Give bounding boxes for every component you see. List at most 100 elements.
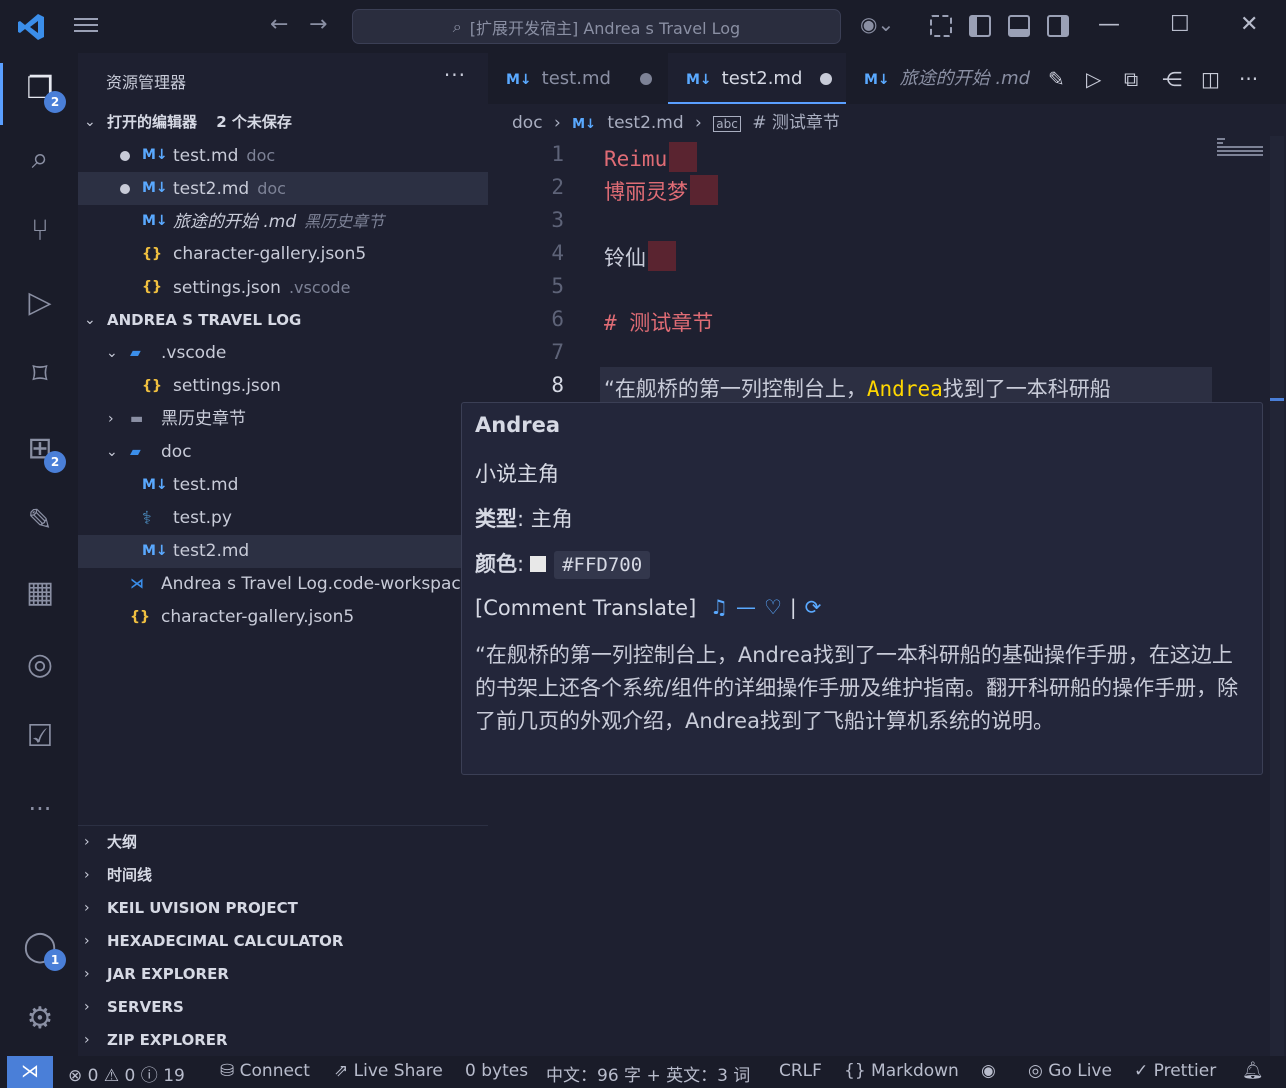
tree-file[interactable]: M↓ test2.md bbox=[78, 535, 488, 568]
broadcast-icon: ◎ bbox=[1028, 1061, 1043, 1081]
error-count: 0 bbox=[87, 1066, 99, 1086]
more-actions-icon[interactable]: ··· bbox=[444, 63, 466, 87]
tree-folder[interactable]: › ▬ 黑历史章节 bbox=[78, 403, 488, 436]
tree-file[interactable]: {} character-gallery.json5 bbox=[78, 601, 488, 634]
unsaved-dot-icon[interactable] bbox=[640, 73, 652, 85]
back-arrow-icon[interactable]: ← bbox=[270, 12, 288, 37]
panel-header-servers[interactable]: › SERVERS bbox=[78, 991, 488, 1024]
menu-icon[interactable] bbox=[72, 14, 100, 38]
code-line: “在舰桥的第一列控制台上，Andrea找到了一本科研船 bbox=[604, 373, 1111, 403]
unsaved-dot-icon[interactable] bbox=[820, 73, 832, 85]
bookmark-icon[interactable]: ⌑ bbox=[18, 353, 62, 397]
speak-icon[interactable]: ♫ bbox=[710, 595, 736, 619]
run-icon[interactable]: ▷ bbox=[1086, 67, 1101, 91]
toggle-panel-icon[interactable] bbox=[1008, 15, 1030, 37]
remote-indicator-icon[interactable]: ⋊ bbox=[7, 1056, 53, 1088]
favorite-heart-icon[interactable]: ♡ bbox=[764, 595, 790, 619]
panel-title: SERVERS bbox=[107, 998, 184, 1016]
customize-layout-icon[interactable] bbox=[930, 15, 952, 37]
line-number: 3 bbox=[551, 208, 564, 232]
workspace-header[interactable]: ⌄ ANDREA S TRAVEL LOG bbox=[78, 304, 488, 337]
go-live-button[interactable]: ◎ Go Live bbox=[1028, 1061, 1112, 1081]
tree-folder[interactable]: ⌄ ▰ .vscode bbox=[78, 337, 488, 370]
open-preview-icon[interactable]: ⧉ bbox=[1124, 67, 1138, 91]
breadcrumb-folder[interactable]: doc bbox=[512, 113, 543, 133]
maximize-icon[interactable]: ☐ bbox=[1170, 12, 1190, 37]
live-share-button[interactable]: ⇗ Live Share bbox=[334, 1061, 443, 1081]
vscode-folder-icon: ▰ bbox=[130, 345, 141, 361]
breadcrumb-file[interactable]: test2.md bbox=[607, 113, 683, 133]
tab-test-md[interactable]: M↓ test.md bbox=[488, 53, 668, 104]
open-editor-item[interactable]: M↓ test2.md doc bbox=[78, 172, 488, 205]
connect-button[interactable]: ⛁ Connect bbox=[220, 1061, 310, 1081]
command-center-search[interactable]: ⌕ [扩展开发宿主] Andrea s Travel Log bbox=[352, 9, 841, 44]
source-control-icon[interactable]: ⑂ bbox=[18, 209, 62, 253]
open-editor-item[interactable]: {} character-gallery.json5 bbox=[78, 238, 488, 271]
panel-header-outline[interactable]: › 大纲 bbox=[78, 826, 488, 859]
copilot-icon[interactable]: ◉⌄ bbox=[860, 12, 894, 36]
collapse-icon[interactable]: — bbox=[736, 595, 764, 619]
copilot-status-icon[interactable]: ◉ bbox=[981, 1061, 996, 1081]
problems-indicator[interactable]: ⊗ 0 ⚠ 0 ⓘ 19 bbox=[68, 1061, 185, 1086]
more-actions-icon[interactable]: ··· bbox=[1239, 67, 1258, 91]
minimap[interactable] bbox=[1217, 136, 1263, 196]
open-editor-item[interactable]: {} settings.json .vscode bbox=[78, 271, 488, 304]
chip-icon[interactable]: ▦ bbox=[18, 571, 62, 615]
language-mode[interactable]: {} Markdown bbox=[844, 1061, 959, 1081]
brush-icon[interactable]: ✎ bbox=[18, 499, 62, 543]
panel-header-jar-explorer[interactable]: › JAR EXPLORER bbox=[78, 958, 488, 991]
timeline-compare-icon[interactable]: ⋲ bbox=[1162, 67, 1182, 91]
word-count[interactable]: 中文：96 字 + 英文：3 词 bbox=[546, 1061, 750, 1086]
more-icon[interactable]: ··· bbox=[18, 787, 62, 831]
line-number: 4 bbox=[551, 241, 564, 265]
extensions-icon[interactable]: ⊞ 2 bbox=[18, 427, 66, 473]
panel-header-timeline[interactable]: › 时间线 bbox=[78, 859, 488, 892]
tree-file[interactable]: ⚕ test.py bbox=[78, 502, 488, 535]
open-editor-item[interactable]: M↓ test.md doc bbox=[78, 139, 488, 172]
json-file-icon: {} bbox=[142, 279, 162, 295]
file-name: Andrea s Travel Log.code-workspace bbox=[161, 574, 472, 594]
forward-arrow-icon[interactable]: → bbox=[309, 12, 327, 37]
minimize-icon[interactable]: — bbox=[1098, 12, 1120, 37]
panel-title: KEIL UVISION PROJECT bbox=[107, 899, 298, 917]
panel-header-hex-calculator[interactable]: › HEXADECIMAL CALCULATOR bbox=[78, 925, 488, 958]
sidebar-title: 资源管理器 bbox=[106, 73, 187, 92]
tab-test2-md[interactable]: M↓ test2.md bbox=[668, 53, 846, 104]
settings-gear-icon[interactable]: ⚙ bbox=[18, 997, 62, 1041]
toggle-primary-sidebar-icon[interactable] bbox=[969, 15, 991, 37]
breadcrumb-symbol[interactable]: # 测试章节 bbox=[752, 113, 840, 133]
tree-file[interactable]: {} settings.json bbox=[78, 370, 488, 403]
search-icon[interactable]: ⌕ bbox=[18, 137, 62, 181]
character-name-highlight[interactable]: Andrea bbox=[867, 377, 943, 401]
notifications-bell-icon[interactable]: 🔔︎ bbox=[1242, 1061, 1264, 1081]
chevron-down-icon: ⌄ bbox=[84, 312, 96, 328]
github-icon[interactable]: ◎ bbox=[18, 643, 62, 687]
accounts-icon[interactable]: ◯ 1 bbox=[18, 925, 66, 971]
prettier-button[interactable]: ✓ Prettier bbox=[1134, 1061, 1216, 1081]
edit-pencil-icon[interactable]: ✎ bbox=[1048, 67, 1065, 91]
tree-folder[interactable]: ⌄ ▰ doc bbox=[78, 436, 488, 469]
tree-file[interactable]: ⋊ Andrea s Travel Log.code-workspace bbox=[78, 568, 488, 601]
clipboard-checklist-icon[interactable]: ☑ bbox=[18, 715, 62, 759]
run-debug-icon[interactable]: ▷ bbox=[18, 281, 62, 325]
eol-selector[interactable]: CRLF bbox=[779, 1061, 822, 1081]
symbol-string-icon: abc bbox=[713, 116, 741, 132]
tree-file[interactable]: M↓ test.md bbox=[78, 469, 488, 502]
code-text: 博丽灵梦 bbox=[604, 180, 688, 204]
open-editor-item[interactable]: M↓ 旅途的开始 .md 黑历史章节 bbox=[78, 205, 488, 238]
panel-header-keil[interactable]: › KEIL UVISION PROJECT bbox=[78, 892, 488, 925]
tab-journey-start-md[interactable]: M↓ 旅途的开始 .md bbox=[846, 53, 1036, 104]
line-number: 2 bbox=[551, 175, 564, 199]
accounts-badge: 1 bbox=[44, 949, 66, 971]
hover-type: 类型: 主角 bbox=[475, 503, 573, 533]
code-line: Reimu bbox=[604, 142, 698, 172]
explorer-icon[interactable]: ❐ 2 bbox=[18, 67, 66, 113]
open-editors-header[interactable]: ⌄ 打开的编辑器 2 个未保存 bbox=[78, 106, 488, 139]
file-size[interactable]: 0 bytes bbox=[465, 1061, 528, 1081]
panel-header-zip-explorer[interactable]: › ZIP EXPLORER bbox=[78, 1024, 488, 1057]
refresh-icon[interactable]: ⟳ bbox=[805, 595, 830, 619]
toggle-secondary-sidebar-icon[interactable] bbox=[1047, 15, 1069, 37]
scrollbar[interactable] bbox=[1270, 136, 1284, 1056]
close-icon[interactable]: ✕ bbox=[1240, 12, 1258, 37]
split-editor-icon[interactable]: ◫ bbox=[1201, 67, 1220, 91]
